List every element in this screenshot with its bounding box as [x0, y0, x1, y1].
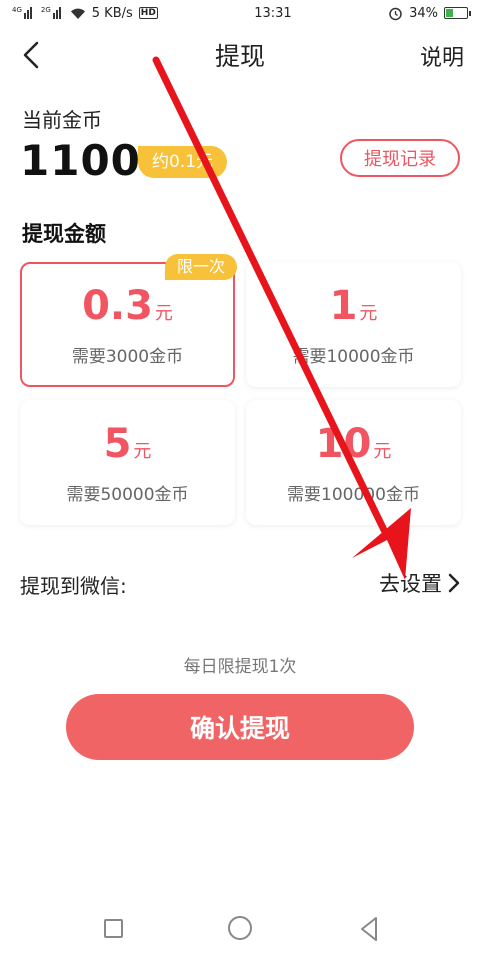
- withdraw-record-button[interactable]: 提现记录: [340, 139, 460, 177]
- confirm-withdraw-button[interactable]: 确认提现: [66, 694, 414, 760]
- amount-option-10[interactable]: 10 元 需要100000金币: [246, 400, 461, 525]
- option-requirement: 需要10000金币: [292, 347, 415, 367]
- amount-option-0-3[interactable]: 限一次 0.3 元 需要3000金币: [20, 254, 237, 387]
- status-bar: 4G 2G 5 KB/s HD 13:31 34%: [0, 0, 480, 26]
- battery-percent: 34%: [409, 5, 438, 21]
- wechat-label: 提现到微信:: [20, 574, 127, 598]
- coin-approx-badge: 约0.1元: [138, 146, 228, 178]
- network-speed: 5 KB/s: [91, 5, 133, 21]
- nav-bar: 提现 说明: [0, 30, 480, 80]
- amount-value: 1: [329, 283, 358, 329]
- wifi-icon: [70, 8, 85, 19]
- amount-value: 0.3: [82, 283, 153, 329]
- option-amount: 10 元: [316, 420, 392, 476]
- option-requirement: 需要3000金币: [71, 347, 184, 367]
- status-left: 4G 2G 5 KB/s HD: [12, 6, 158, 21]
- wechat-setup-label: 去设置: [379, 572, 442, 596]
- coin-balance: 1100: [20, 136, 141, 185]
- option-requirement: 需要50000金币: [66, 485, 189, 505]
- system-nav-bar: [0, 890, 480, 960]
- alarm-icon: [389, 7, 402, 20]
- section-title: 提现金额: [22, 222, 106, 246]
- daily-limit-note: 每日限提现1次: [183, 657, 297, 677]
- amount-unit: 元: [359, 303, 378, 324]
- signal2-label: 2G: [40, 6, 51, 14]
- amount-option-1[interactable]: 1元 需要10000金币: [246, 262, 461, 387]
- battery-icon: [443, 7, 471, 19]
- back-arrow-icon[interactable]: [18, 40, 46, 70]
- wechat-setup-link[interactable]: 去设置: [379, 568, 460, 598]
- signal1-label: 4G: [12, 6, 22, 14]
- help-link[interactable]: 说明: [420, 40, 464, 72]
- amount-option-5[interactable]: 5元 需要50000金币: [20, 400, 235, 525]
- amount-value: 10: [315, 421, 372, 467]
- clock: 13:31: [254, 5, 292, 21]
- page-title: 提现: [214, 42, 265, 71]
- amount-unit: 元: [133, 441, 152, 462]
- amount-value: 5: [103, 421, 132, 467]
- limit-once-badge: 限一次: [164, 254, 237, 280]
- option-amount: 5元: [104, 420, 152, 476]
- battery-level: [445, 9, 454, 17]
- status-right: 34%: [388, 5, 471, 21]
- amount-unit: 元: [154, 303, 173, 324]
- system-back-icon[interactable]: [358, 916, 380, 942]
- coin-label: 当前金币: [22, 108, 102, 132]
- recent-apps-icon[interactable]: [104, 919, 123, 938]
- signal-icon: 2G: [41, 7, 64, 19]
- home-icon[interactable]: [228, 916, 252, 940]
- option-amount: 1元: [330, 282, 378, 338]
- amount-unit: 元: [373, 441, 392, 462]
- option-amount: 0.3 元: [82, 282, 173, 338]
- option-requirement: 需要100000金币: [287, 485, 420, 505]
- hd-call-icon: HD: [138, 7, 158, 19]
- chevron-right-icon: [448, 573, 460, 593]
- signal-icon: 4G: [12, 7, 35, 19]
